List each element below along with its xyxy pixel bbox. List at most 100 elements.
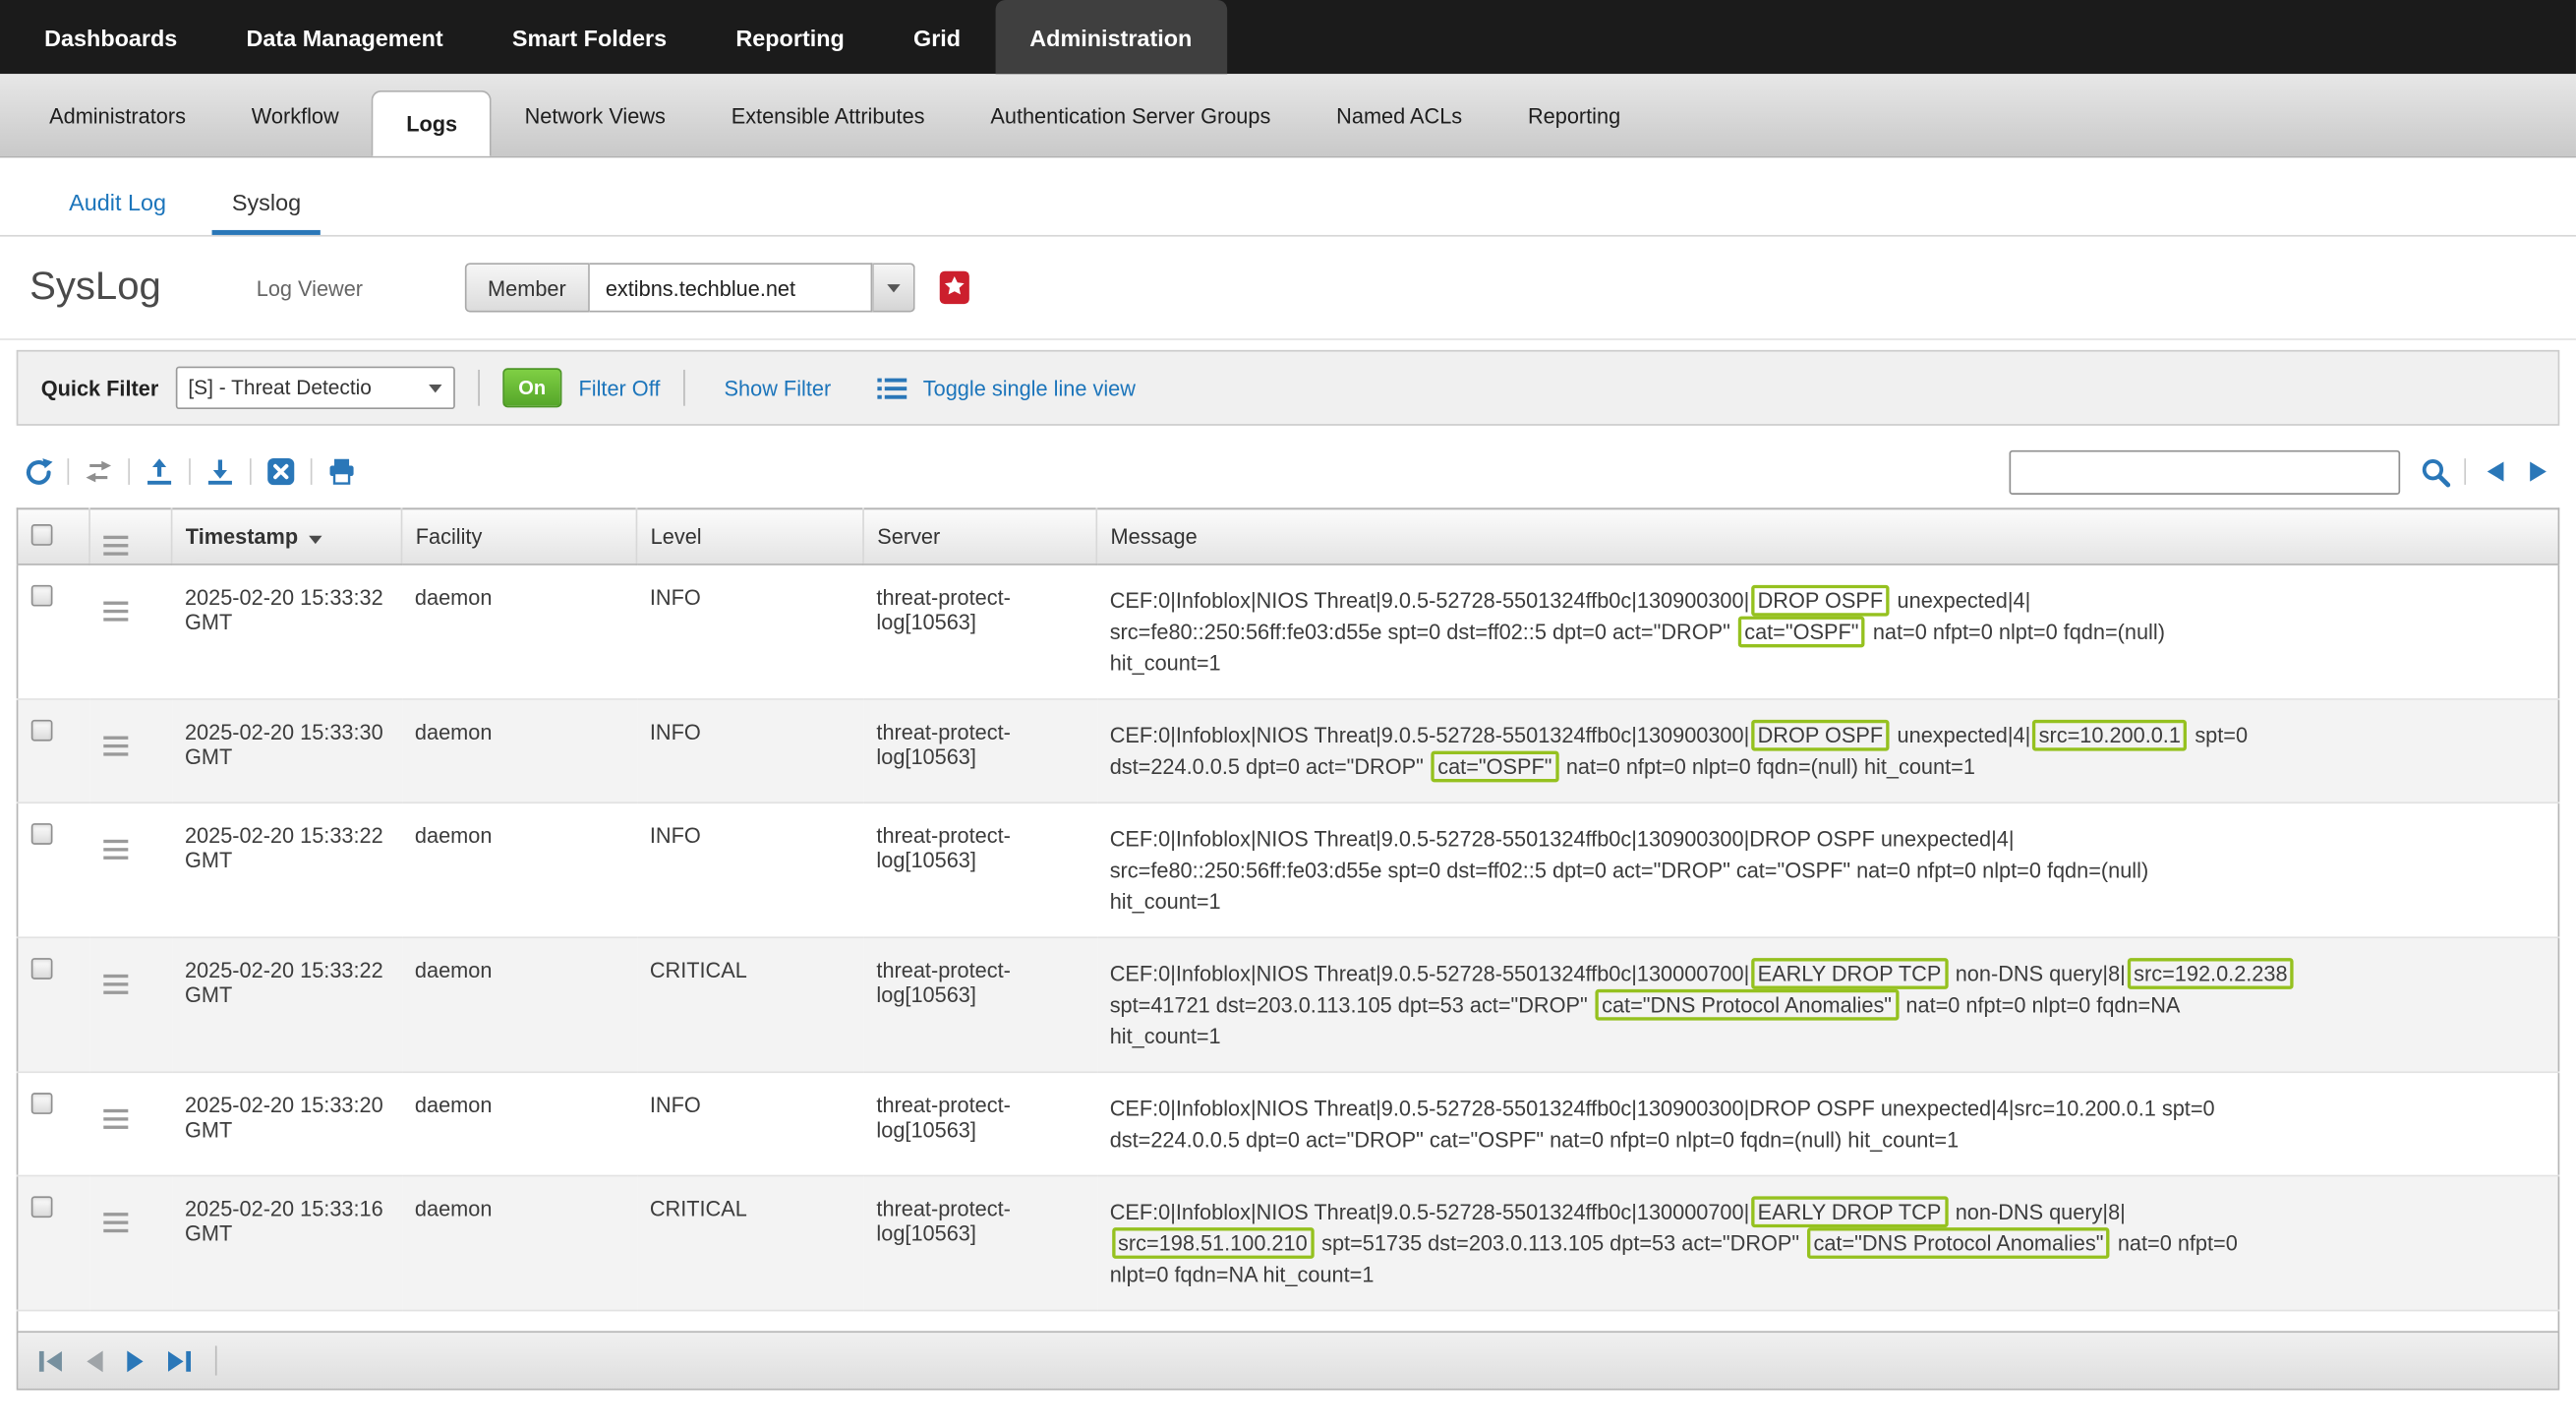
message-text: dst=224.0.0.5 dpt=0 act="DROP" cat="OSPF… — [1110, 1127, 1959, 1152]
row-menu-icon[interactable] — [102, 598, 127, 621]
row-checkbox[interactable] — [31, 1196, 53, 1218]
row-facility: daemon — [402, 802, 637, 937]
search-input[interactable] — [2010, 449, 2401, 494]
chevron-down-icon — [887, 283, 900, 291]
auto-refresh-icon[interactable] — [78, 451, 120, 491]
top-nav-item-dashboards[interactable]: Dashboards — [10, 0, 211, 74]
pagination-first-button[interactable] — [37, 1348, 64, 1373]
table-row[interactable]: 2025-02-20 15:33:22 GMTdaemonINFOthreat-… — [18, 802, 2559, 937]
row-menu-icon[interactable] — [102, 1210, 127, 1232]
row-checkbox[interactable] — [31, 958, 53, 980]
message-text: hit_count=1 — [1110, 1024, 1221, 1048]
row-facility: daemon — [402, 937, 637, 1072]
member-select[interactable]: extibns.techblue.net — [589, 263, 871, 312]
page-subtitle: Log Viewer — [257, 275, 363, 300]
row-message: CEF:0|Infoblox|NIOS Threat|9.0.5-52728-5… — [1096, 937, 2558, 1072]
toggle-single-line-link[interactable]: Toggle single line view — [923, 376, 1136, 400]
message-text: CEF:0|Infoblox|NIOS Threat|9.0.5-52728-5… — [1110, 588, 1750, 613]
message-text: unexpected|4| — [1892, 588, 2031, 613]
upload-icon[interactable] — [138, 451, 180, 491]
row-menu-icon[interactable] — [102, 972, 127, 994]
row-checkbox[interactable] — [31, 585, 53, 607]
export-csv-icon[interactable] — [260, 451, 302, 491]
refresh-icon[interactable] — [17, 451, 59, 491]
column-header-facility[interactable]: Facility — [402, 508, 637, 564]
quick-filter-select[interactable]: [S] - Threat Detectio — [175, 367, 454, 409]
row-message: CEF:0|Infoblox|NIOS Threat|9.0.5-52728-5… — [1096, 1072, 2558, 1175]
row-facility: daemon — [402, 1176, 637, 1311]
top-nav-item-smart-folders[interactable]: Smart Folders — [478, 0, 701, 74]
sub-nav-item-authentication-server-groups[interactable]: Authentication Server Groups — [958, 74, 1304, 156]
column-label: Timestamp — [186, 524, 298, 549]
message-text: CEF:0|Infoblox|NIOS Threat|9.0.5-52728-5… — [1110, 826, 2015, 851]
message-text: dst=224.0.0.5 dpt=0 act="DROP" — [1110, 754, 1430, 779]
row-level: INFO — [636, 1072, 863, 1175]
filter-status-label[interactable]: Filter Off — [578, 376, 660, 400]
filter-toggle-button[interactable]: On — [502, 368, 562, 407]
message-text: src=fe80::250:56ff:fe03:d55e spt=0 dst=f… — [1110, 858, 2149, 882]
column-header-message[interactable]: Message — [1096, 508, 2558, 564]
top-nav-item-administration[interactable]: Administration — [995, 0, 1226, 74]
divider — [0, 338, 2576, 340]
pagination-previous-button[interactable] — [84, 1348, 105, 1373]
search-prev-icon[interactable] — [2474, 451, 2516, 491]
table-row[interactable]: 2025-02-20 15:33:22 GMTdaemonCRITICALthr… — [18, 937, 2559, 1072]
threat-highlight: src=192.0.2.238 — [2127, 958, 2294, 989]
table-row[interactable]: 2025-02-20 15:33:20 GMTdaemonINFOthreat-… — [18, 1072, 2559, 1175]
search-icon[interactable] — [2414, 451, 2456, 491]
separator — [683, 370, 685, 406]
sub-nav-item-logs[interactable]: Logs — [372, 90, 492, 156]
top-nav-item-reporting[interactable]: Reporting — [701, 0, 879, 74]
sub-nav-item-reporting[interactable]: Reporting — [1495, 74, 1654, 156]
message-text: CEF:0|Infoblox|NIOS Threat|9.0.5-52728-5… — [1110, 961, 1750, 985]
select-all-checkbox[interactable] — [31, 523, 53, 545]
download-icon[interactable] — [199, 451, 241, 491]
print-icon[interactable] — [321, 451, 363, 491]
row-checkbox[interactable] — [31, 823, 53, 845]
show-filter-link[interactable]: Show Filter — [725, 376, 832, 400]
row-server: threat-protect-log[10563] — [863, 1072, 1096, 1175]
row-server: threat-protect-log[10563] — [863, 564, 1096, 699]
search-next-icon[interactable] — [2517, 451, 2559, 491]
log-tab-audit-log[interactable]: Audit Log — [49, 189, 186, 235]
message-text: hit_count=1 — [1110, 889, 1221, 914]
row-facility: daemon — [402, 564, 637, 699]
threat-highlight: EARLY DROP TCP — [1751, 958, 1948, 989]
column-header-timestamp[interactable]: Timestamp — [172, 508, 402, 564]
top-nav-item-data-management[interactable]: Data Management — [211, 0, 477, 74]
log-table-body: 2025-02-20 15:33:32 GMTdaemonINFOthreat-… — [18, 564, 2559, 1311]
syslog-table: Timestamp Facility Level Server Message … — [17, 507, 2560, 1311]
single-line-view-icon[interactable] — [877, 376, 907, 400]
row-checkbox[interactable] — [31, 720, 53, 742]
row-menu-icon[interactable] — [102, 1106, 127, 1129]
table-row[interactable]: 2025-02-20 15:33:16 GMTdaemonCRITICALthr… — [18, 1176, 2559, 1311]
search-controls — [2010, 449, 2560, 494]
row-menu-icon[interactable] — [102, 836, 127, 859]
sub-nav-item-network-views[interactable]: Network Views — [492, 74, 698, 156]
table-row[interactable]: 2025-02-20 15:33:30 GMTdaemonINFOthreat-… — [18, 699, 2559, 802]
member-dropdown-button[interactable] — [872, 263, 914, 312]
pagination-last-button[interactable] — [166, 1348, 193, 1373]
sub-nav-item-workflow[interactable]: Workflow — [218, 74, 372, 156]
row-menu-icon[interactable] — [102, 733, 127, 755]
bookmark-icon[interactable] — [937, 269, 969, 306]
sub-nav-item-extensible-attributes[interactable]: Extensible Attributes — [698, 74, 958, 156]
message-text: non-DNS query|8| — [1950, 961, 2126, 985]
member-selector: Member extibns.techblue.net — [465, 263, 914, 312]
sub-nav-item-named-acls[interactable]: Named ACLs — [1304, 74, 1495, 156]
sub-nav-item-administrators[interactable]: Administrators — [17, 74, 219, 156]
row-level: INFO — [636, 564, 863, 699]
row-timestamp: 2025-02-20 15:33:30 GMT — [172, 699, 402, 802]
table-menu-icon[interactable] — [103, 532, 128, 555]
row-facility: daemon — [402, 1072, 637, 1175]
log-tab-syslog[interactable]: Syslog — [212, 189, 321, 235]
message-text: non-DNS query|8| — [1950, 1200, 2126, 1224]
column-header-server[interactable]: Server — [863, 508, 1096, 564]
column-header-level[interactable]: Level — [636, 508, 863, 564]
row-checkbox[interactable] — [31, 1093, 53, 1114]
pagination-next-button[interactable] — [125, 1348, 146, 1373]
table-row[interactable]: 2025-02-20 15:33:32 GMTdaemonINFOthreat-… — [18, 564, 2559, 699]
chevron-down-icon — [428, 384, 440, 391]
top-nav-item-grid[interactable]: Grid — [879, 0, 995, 74]
message-text: spt=41721 dst=203.0.113.105 dpt=53 act="… — [1110, 992, 1594, 1017]
